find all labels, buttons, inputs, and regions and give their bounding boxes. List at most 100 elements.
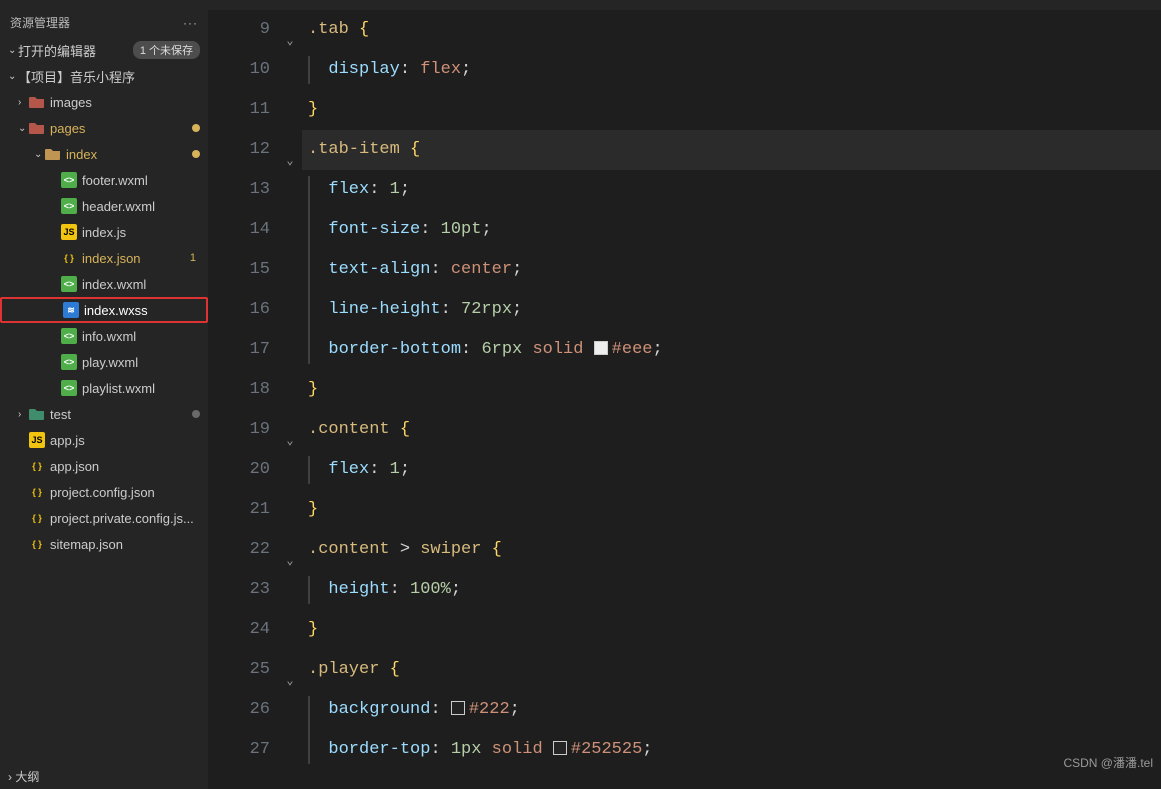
color-swatch-icon[interactable]: [594, 341, 608, 355]
fold-marker[interactable]: [278, 330, 302, 370]
code-line[interactable]: .content {: [302, 410, 1161, 450]
color-swatch-icon[interactable]: [451, 701, 465, 715]
fold-marker[interactable]: [278, 730, 302, 770]
file-name: index: [66, 147, 192, 162]
line-number: 26: [208, 690, 270, 730]
code-line[interactable]: .tab {: [302, 10, 1161, 50]
file-row[interactable]: ≋index.wxss: [0, 297, 208, 323]
code-line[interactable]: display: flex;: [302, 50, 1161, 90]
color-swatch-icon[interactable]: [553, 741, 567, 755]
code-line[interactable]: }: [302, 610, 1161, 650]
project-label: 【项目】音乐小程序: [18, 67, 200, 86]
chevron-down-icon: ⌄: [8, 71, 18, 82]
fold-marker[interactable]: [278, 610, 302, 650]
line-number: 13: [208, 170, 270, 210]
folder-row[interactable]: ⌄ index: [0, 141, 208, 167]
fold-marker[interactable]: [278, 210, 302, 250]
fold-marker[interactable]: [278, 250, 302, 290]
line-number: 22: [208, 530, 270, 570]
code-line[interactable]: .tab-item {: [302, 130, 1161, 170]
file-row[interactable]: { } project.config.json: [0, 479, 208, 505]
fold-marker[interactable]: ⌄: [278, 130, 302, 170]
main: 资源管理器 ··· ⌄ 打开的编辑器 1 个未保存 ⌄ 【项目】音乐小程序 ›i…: [0, 10, 1161, 789]
file-name: images: [50, 95, 200, 110]
code-line[interactable]: text-align: center;: [302, 250, 1161, 290]
explorer-title: 资源管理器: [10, 14, 70, 31]
file-row[interactable]: <>footer.wxml: [0, 167, 208, 193]
open-editors-label: 打开的编辑器: [18, 41, 133, 60]
line-number: 24: [208, 610, 270, 650]
project-root-row[interactable]: ⌄ 【项目】音乐小程序: [0, 63, 208, 89]
code-line[interactable]: border-top: 1px solid #252525;: [302, 730, 1161, 770]
chevron-right-icon: ›: [8, 770, 12, 784]
code-line[interactable]: background: #222;: [302, 690, 1161, 730]
line-number: 12: [208, 130, 270, 170]
code-editor[interactable]: 9101112131415161718192021222324252627 ⌄⌄…: [208, 10, 1161, 789]
file-name: project.config.json: [50, 485, 200, 500]
tab-bar: [0, 0, 1161, 10]
file-row[interactable]: { }index.json1: [0, 245, 208, 271]
code-area[interactable]: .tab { display: flex;}.tab-item { flex: …: [302, 10, 1161, 789]
fold-marker[interactable]: ⌄: [278, 10, 302, 50]
line-number: 17: [208, 330, 270, 370]
explorer-sidebar: 资源管理器 ··· ⌄ 打开的编辑器 1 个未保存 ⌄ 【项目】音乐小程序 ›i…: [0, 10, 208, 789]
fold-marker[interactable]: [278, 490, 302, 530]
line-number-gutter: 9101112131415161718192021222324252627: [208, 10, 278, 789]
outline-section[interactable]: › 大纲: [0, 764, 208, 789]
line-number: 25: [208, 650, 270, 690]
line-number: 27: [208, 730, 270, 770]
file-name: project.private.config.js...: [50, 511, 200, 526]
wxml-icon: <>: [61, 198, 77, 214]
json-icon: { }: [29, 484, 45, 500]
line-number: 10: [208, 50, 270, 90]
file-name: pages: [50, 121, 192, 136]
file-row[interactable]: <>playlist.wxml: [0, 375, 208, 401]
file-row[interactable]: { }project.private.config.js...: [0, 505, 208, 531]
file-row[interactable]: <>header.wxml: [0, 193, 208, 219]
fold-marker[interactable]: [278, 370, 302, 410]
line-number: 18: [208, 370, 270, 410]
code-line[interactable]: }: [302, 370, 1161, 410]
indent-guide: [308, 696, 310, 764]
chevron-right-icon: ›: [18, 409, 28, 420]
line-number: 15: [208, 250, 270, 290]
line-number: 9: [208, 10, 270, 50]
line-number: 16: [208, 290, 270, 330]
code-line[interactable]: height: 100%;: [302, 570, 1161, 610]
file-row[interactable]: JSindex.js: [0, 219, 208, 245]
fold-marker[interactable]: [278, 90, 302, 130]
code-line[interactable]: font-size: 10pt;: [302, 210, 1161, 250]
indent-guide: [308, 56, 310, 84]
chevron-down-icon: ⌄: [34, 149, 44, 160]
line-number: 14: [208, 210, 270, 250]
fold-marker[interactable]: ⌄: [278, 410, 302, 450]
code-line[interactable]: line-height: 72rpx;: [302, 290, 1161, 330]
file-row[interactable]: { }app.json: [0, 453, 208, 479]
file-row[interactable]: <>play.wxml: [0, 349, 208, 375]
file-row[interactable]: JSapp.js: [0, 427, 208, 453]
fold-gutter[interactable]: ⌄ ⌄ ⌄ ⌄ ⌄: [278, 10, 302, 789]
fold-marker[interactable]: [278, 290, 302, 330]
js-icon: JS: [61, 224, 77, 240]
code-line[interactable]: .content > swiper {: [302, 530, 1161, 570]
code-line[interactable]: border-bottom: 6rpx solid #eee;: [302, 330, 1161, 370]
more-icon[interactable]: ···: [183, 16, 198, 30]
file-row[interactable]: <>index.wxml: [0, 271, 208, 297]
folder-row[interactable]: ›test: [0, 401, 208, 427]
folder-row[interactable]: ⌄pages: [0, 115, 208, 141]
wxml-icon: <>: [61, 354, 77, 370]
wxml-icon: <>: [61, 172, 77, 188]
file-row[interactable]: { }sitemap.json: [0, 531, 208, 557]
code-line[interactable]: }: [302, 90, 1161, 130]
json-icon: { }: [29, 536, 45, 552]
indent-guide: [308, 176, 310, 364]
code-line[interactable]: }: [302, 490, 1161, 530]
fold-marker[interactable]: ⌄: [278, 650, 302, 690]
code-line[interactable]: flex: 1;: [302, 170, 1161, 210]
code-line[interactable]: .player {: [302, 650, 1161, 690]
folder-row[interactable]: ›images: [0, 89, 208, 115]
code-line[interactable]: flex: 1;: [302, 450, 1161, 490]
fold-marker[interactable]: ⌄: [278, 530, 302, 570]
open-editors-row[interactable]: ⌄ 打开的编辑器 1 个未保存: [0, 37, 208, 63]
file-row[interactable]: <>info.wxml: [0, 323, 208, 349]
